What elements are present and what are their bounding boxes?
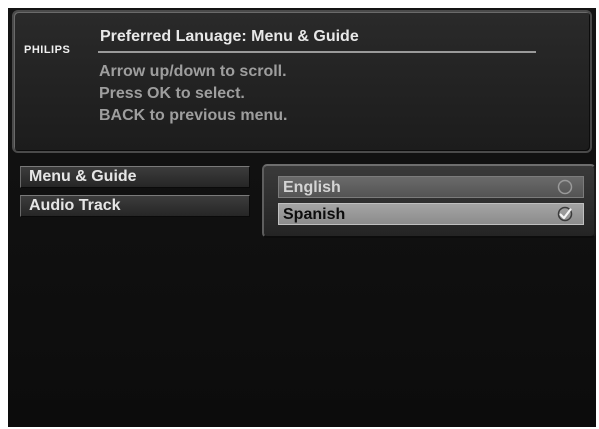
option-english[interactable]: English: [278, 176, 584, 198]
philips-logo: PHILIPS: [24, 44, 71, 56]
option-label: English: [283, 179, 341, 196]
tab-menu-guide[interactable]: Menu & Guide: [20, 166, 250, 188]
option-spanish[interactable]: Spanish: [278, 203, 584, 225]
title-divider: [98, 51, 536, 53]
instruction-back: BACK to previous menu.: [99, 107, 288, 124]
radio-empty-icon: [557, 179, 573, 195]
instruction-scroll: Arrow up/down to scroll.: [99, 63, 287, 80]
option-label: Spanish: [283, 206, 346, 223]
tab-audio-track[interactable]: Audio Track: [20, 195, 250, 217]
instruction-select: Press OK to select.: [99, 85, 245, 102]
checkmark-icon: [557, 206, 573, 222]
page-title: Preferred Lanuage: Menu & Guide: [100, 28, 359, 45]
